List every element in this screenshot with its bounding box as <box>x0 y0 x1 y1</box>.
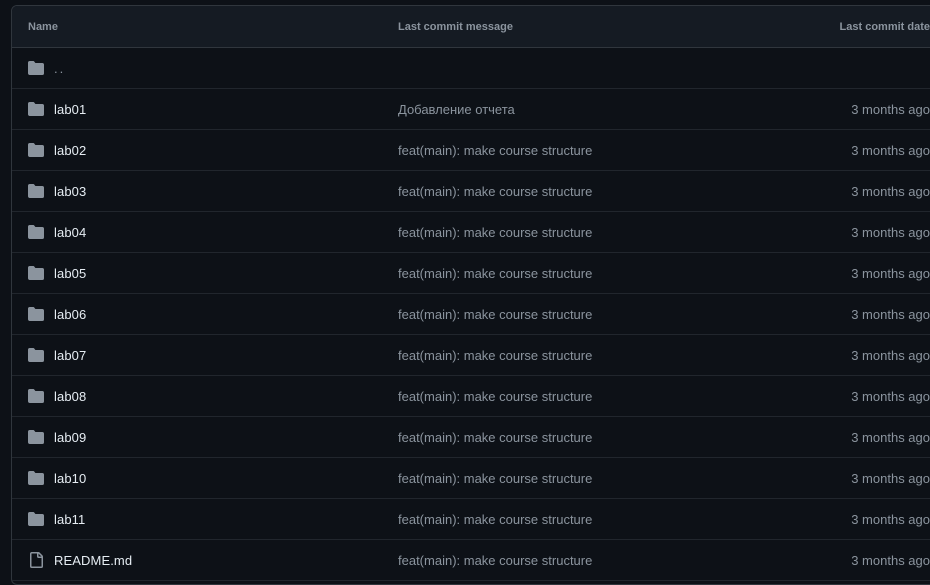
table-header: Name Last commit message Last commit dat… <box>12 6 930 48</box>
folder-icon <box>28 511 44 527</box>
row-name-link[interactable]: lab08 <box>54 389 86 404</box>
table-row-lab09[interactable]: lab09 feat(main): make course structure … <box>12 417 930 458</box>
commit-message-link[interactable]: feat(main): make course structure <box>398 430 592 445</box>
table-row-lab06[interactable]: lab06 feat(main): make course structure … <box>12 294 930 335</box>
row-name-link[interactable]: lab05 <box>54 266 86 281</box>
folder-icon <box>28 306 44 322</box>
row-name-link[interactable]: lab03 <box>54 184 86 199</box>
folder-icon <box>28 388 44 404</box>
folder-icon <box>28 429 44 445</box>
table-row-lab04[interactable]: lab04 feat(main): make course structure … <box>12 212 930 253</box>
folder-icon <box>28 142 44 158</box>
row-name-link[interactable]: lab11 <box>54 512 85 527</box>
table-row-lab02[interactable]: lab02 feat(main): make course structure … <box>12 130 930 171</box>
row-name-link[interactable]: README.md <box>54 553 132 568</box>
table-row-lab10[interactable]: lab10 feat(main): make course structure … <box>12 458 930 499</box>
commit-date: 3 months ago <box>851 511 930 527</box>
row-name-link[interactable]: lab09 <box>54 430 86 445</box>
row-name-link[interactable]: lab07 <box>54 348 86 363</box>
file-icon <box>28 552 44 568</box>
commit-date: 3 months ago <box>851 101 930 117</box>
commit-message-link[interactable]: feat(main): make course structure <box>398 348 592 363</box>
row-name-link[interactable]: lab10 <box>54 471 86 486</box>
commit-date: 3 months ago <box>851 429 930 445</box>
commit-date: 3 months ago <box>851 224 930 240</box>
table-row-lab05[interactable]: lab05 feat(main): make course structure … <box>12 253 930 294</box>
commit-message-link[interactable]: feat(main): make course structure <box>398 266 592 281</box>
parent-directory-row[interactable]: .. <box>12 48 930 89</box>
folder-icon <box>28 470 44 486</box>
row-name-link[interactable]: lab01 <box>54 102 86 117</box>
table-row-lab08[interactable]: lab08 feat(main): make course structure … <box>12 376 930 417</box>
commit-message-link[interactable]: feat(main): make course structure <box>398 553 592 568</box>
folder-icon <box>28 265 44 281</box>
commit-message-link[interactable]: feat(main): make course structure <box>398 389 592 404</box>
commit-date: 3 months ago <box>851 552 930 568</box>
header-name: Name <box>28 20 58 33</box>
table-row-lab01[interactable]: lab01 Добавление отчета 3 months ago <box>12 89 930 130</box>
folder-icon <box>28 60 44 76</box>
row-name-link[interactable]: lab06 <box>54 307 86 322</box>
commit-date: 3 months ago <box>851 388 930 404</box>
commit-message-link[interactable]: Добавление отчета <box>398 102 515 117</box>
table-row-lab07[interactable]: lab07 feat(main): make course structure … <box>12 335 930 376</box>
commit-date: 3 months ago <box>851 306 930 322</box>
commit-date: 3 months ago <box>851 142 930 158</box>
parent-directory-link[interactable]: .. <box>54 61 65 76</box>
header-commit-message: Last commit message <box>398 20 513 33</box>
commit-message-link[interactable]: feat(main): make course structure <box>398 184 592 199</box>
table-row-lab03[interactable]: lab03 feat(main): make course structure … <box>12 171 930 212</box>
commit-message-link[interactable]: feat(main): make course structure <box>398 471 592 486</box>
commit-message-link[interactable]: feat(main): make course structure <box>398 225 592 240</box>
header-commit-date: Last commit date <box>839 20 930 33</box>
table-row-lab11[interactable]: lab11 feat(main): make course structure … <box>12 499 930 540</box>
commit-date: 3 months ago <box>851 470 930 486</box>
commit-message-link[interactable]: feat(main): make course structure <box>398 512 592 527</box>
commit-date: 3 months ago <box>851 265 930 281</box>
row-name-link[interactable]: lab02 <box>54 143 86 158</box>
table-row-readme-md[interactable]: README.md feat(main): make course struct… <box>12 540 930 581</box>
row-name-link[interactable]: lab04 <box>54 225 86 240</box>
commit-date: 3 months ago <box>851 347 930 363</box>
file-table: Name Last commit message Last commit dat… <box>11 5 930 585</box>
folder-icon <box>28 101 44 117</box>
folder-icon <box>28 183 44 199</box>
commit-date: 3 months ago <box>851 183 930 199</box>
folder-icon <box>28 347 44 363</box>
folder-icon <box>28 224 44 240</box>
commit-message-link[interactable]: feat(main): make course structure <box>398 143 592 158</box>
commit-message-link[interactable]: feat(main): make course structure <box>398 307 592 322</box>
